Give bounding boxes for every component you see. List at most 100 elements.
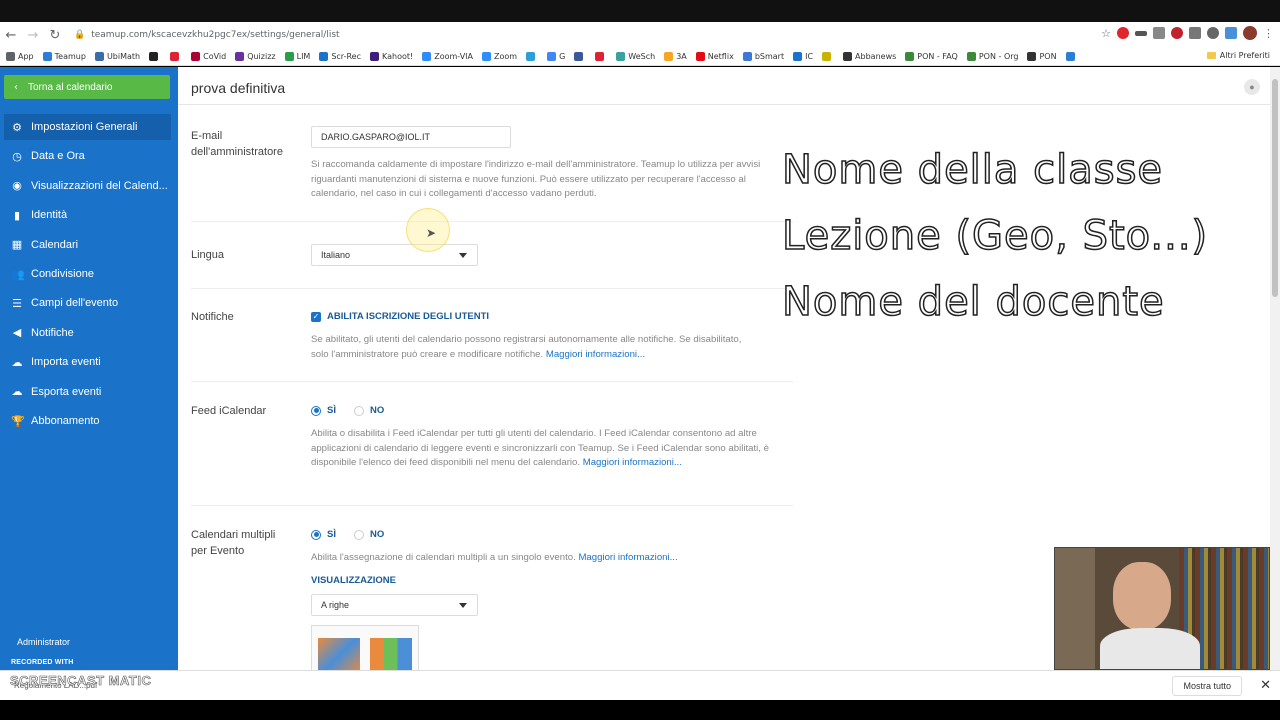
sidebar-item-data-e-ora[interactable]: ◷ Data e Ora: [0, 143, 178, 169]
sidebar-item-notifiche[interactable]: ◀ Notifiche: [0, 320, 178, 346]
bookmark-item[interactable]: [526, 52, 538, 61]
bookmark-item[interactable]: Zoom-VIA: [422, 52, 473, 61]
star-icon[interactable]: ☆: [1101, 27, 1111, 40]
language-select[interactable]: Italiano: [311, 244, 478, 266]
bookmark-item[interactable]: Abbanews: [843, 52, 896, 61]
bookmark-item[interactable]: PON: [1027, 52, 1057, 61]
url-field[interactable]: 🔒 teamup.com/kscacevzkhu2pgc7ex/settings…: [74, 30, 340, 40]
opera-icon[interactable]: [1117, 27, 1129, 39]
forward-arrow-icon[interactable]: →: [22, 24, 44, 46]
sidebar-item-impostazioni-generali[interactable]: ⚙ Impostazioni Generali: [4, 114, 171, 140]
bookmark-label: PON - Org: [978, 52, 1019, 61]
sidebar-item-label: Campi dell'evento: [31, 297, 119, 310]
glasses-icon[interactable]: [1135, 30, 1147, 36]
bookmark-item[interactable]: LIM: [284, 52, 311, 61]
sidebar-item-campi-dell-evento[interactable]: ☰ Campi dell'evento: [0, 290, 178, 316]
notifications-more-link[interactable]: Maggiori informazioni...: [546, 349, 645, 360]
bookmark-item[interactable]: WeSch: [616, 52, 655, 61]
ical-no-label: NO: [369, 405, 385, 416]
view-heading: VISUALIZZAZIONE: [311, 575, 396, 586]
back-to-calendar-button[interactable]: ‹ Torna al calendario: [4, 75, 170, 99]
bookmark-favicon-icon: [822, 52, 832, 61]
bookmark-label: CoVid: [203, 52, 227, 61]
notifications-help-text: Se abilitato, gli utenti del calendario …: [311, 334, 742, 360]
page-scrollbar[interactable]: [1270, 67, 1280, 670]
bookmark-item[interactable]: App: [6, 52, 34, 61]
view-select[interactable]: A righe: [311, 594, 478, 616]
view-preview-thumbnail[interactable]: [311, 625, 419, 670]
sidebar-item-importa-eventi[interactable]: ☁ Importa eventi: [0, 349, 178, 375]
tool-icon[interactable]: [1225, 27, 1237, 39]
bookmark-item[interactable]: PON - Org: [966, 52, 1019, 61]
reload-icon[interactable]: ↻: [44, 24, 66, 46]
notifications-label: Notifiche: [191, 311, 234, 323]
bookmark-label: App: [18, 52, 34, 61]
user-subscription-checkbox[interactable]: ✓ ABILITA ISCRIZIONE DEGLI UTENTI: [311, 311, 489, 322]
bookmark-item[interactable]: Scr-Rec: [319, 52, 361, 61]
bookmark-item[interactable]: [595, 52, 607, 61]
other-bookmarks[interactable]: Altri Preferiti: [1206, 51, 1270, 60]
bookmark-item[interactable]: Quizizz: [235, 52, 276, 61]
bookmark-label: Quizizz: [247, 52, 276, 61]
multi-yes-radio[interactable]: [311, 529, 321, 540]
bookmark-item[interactable]: 3A: [664, 52, 687, 61]
bookmarks-bar: App Teamup UbiMath CoVid Quizizz LIM Scr-Rec Ka…: [0, 48, 1280, 66]
preview-panel-right: [370, 638, 412, 670]
puzzle-icon[interactable]: [1189, 27, 1201, 39]
bookmark-item[interactable]: IC: [793, 52, 813, 61]
top-black-bar: [0, 0, 1280, 22]
sidebar-item-condivisione[interactable]: 👥 Condivisione: [0, 261, 178, 287]
ical-yes-label: SÌ: [327, 405, 336, 416]
bookmark-item[interactable]: Zoom: [482, 52, 517, 61]
bookmark-label: LIM: [296, 52, 311, 61]
bookmark-item[interactable]: [1065, 52, 1078, 61]
scrollbar-thumb[interactable]: [1272, 79, 1278, 297]
downloads-bar: Regolamento LAD...pdf SCREENCAST MATIC M…: [0, 670, 1280, 700]
bookmark-item[interactable]: UbiMath: [94, 52, 140, 61]
bookmark-item[interactable]: Kahoot!: [370, 52, 413, 61]
avatar-icon[interactable]: [1243, 26, 1257, 40]
ical-more-link[interactable]: Maggiori informazioni...: [583, 457, 682, 468]
divider: [191, 381, 793, 382]
menu-dots-icon[interactable]: ⋮: [1263, 27, 1274, 40]
admin-label: Administrator: [17, 637, 71, 647]
bookmark-item[interactable]: Teamup: [42, 52, 86, 61]
multi-radio-group: SÌ NO: [311, 529, 384, 540]
back-arrow-icon[interactable]: ←: [0, 24, 22, 46]
sidebar-item-label: Identità: [31, 209, 68, 222]
bookmark-favicon-icon: [284, 52, 294, 61]
user-icon[interactable]: ●: [1244, 79, 1260, 95]
ical-no-radio[interactable]: [353, 405, 364, 416]
bookmark-item[interactable]: [822, 52, 834, 61]
extension-icon[interactable]: [1207, 27, 1219, 39]
bookmark-item[interactable]: PON - FAQ: [905, 52, 958, 61]
bookmark-item[interactable]: CoVid: [191, 52, 226, 61]
multi-no-radio[interactable]: [353, 529, 364, 540]
close-icon[interactable]: ✕: [1260, 678, 1271, 693]
multi-no-label: NO: [369, 529, 385, 540]
bookmark-item[interactable]: G: [547, 52, 565, 61]
bookmark-label: 3A: [676, 52, 687, 61]
sidebar-item-abbonamento[interactable]: 🏆 Abbonamento: [0, 408, 178, 434]
sidebar-item-visualizzazioni-del-calend[interactable]: ◉ Visualizzazioni del Calend...: [0, 173, 178, 199]
bookmark-item[interactable]: Netflix: [695, 52, 734, 61]
sidebar-item-calendari[interactable]: ▦ Calendari: [0, 232, 178, 258]
cam-icon[interactable]: [1153, 27, 1165, 39]
multi-calendar-label: Calendari multipli per Evento: [191, 529, 276, 557]
multi-more-link[interactable]: Maggiori informazioni...: [578, 552, 677, 563]
user-subscription-label: ABILITA ISCRIZIONE DEGLI UTENTI: [327, 311, 490, 322]
ical-yes-radio[interactable]: [311, 405, 321, 416]
bookmark-item[interactable]: [149, 52, 161, 61]
show-all-button[interactable]: Mostra tutto: [1172, 676, 1242, 696]
bookmark-item[interactable]: [574, 52, 586, 61]
bookmark-item[interactable]: [170, 52, 182, 61]
sidebar-item-esporta-eventi[interactable]: ☁ Esporta eventi: [0, 379, 178, 405]
bookmark-favicon-icon: [42, 52, 52, 61]
shield-icon[interactable]: [1171, 27, 1183, 39]
sidebar-item-identit[interactable]: ▮ Identità: [0, 202, 178, 228]
gear-icon: ⚙: [12, 120, 22, 134]
bookmark-favicon-icon: [547, 52, 557, 61]
admin-email-input[interactable]: DARIO.GASPARO@IOL.IT: [311, 126, 511, 148]
bookmark-favicon-icon: [191, 52, 201, 61]
bookmark-item[interactable]: bSmart: [742, 52, 784, 61]
